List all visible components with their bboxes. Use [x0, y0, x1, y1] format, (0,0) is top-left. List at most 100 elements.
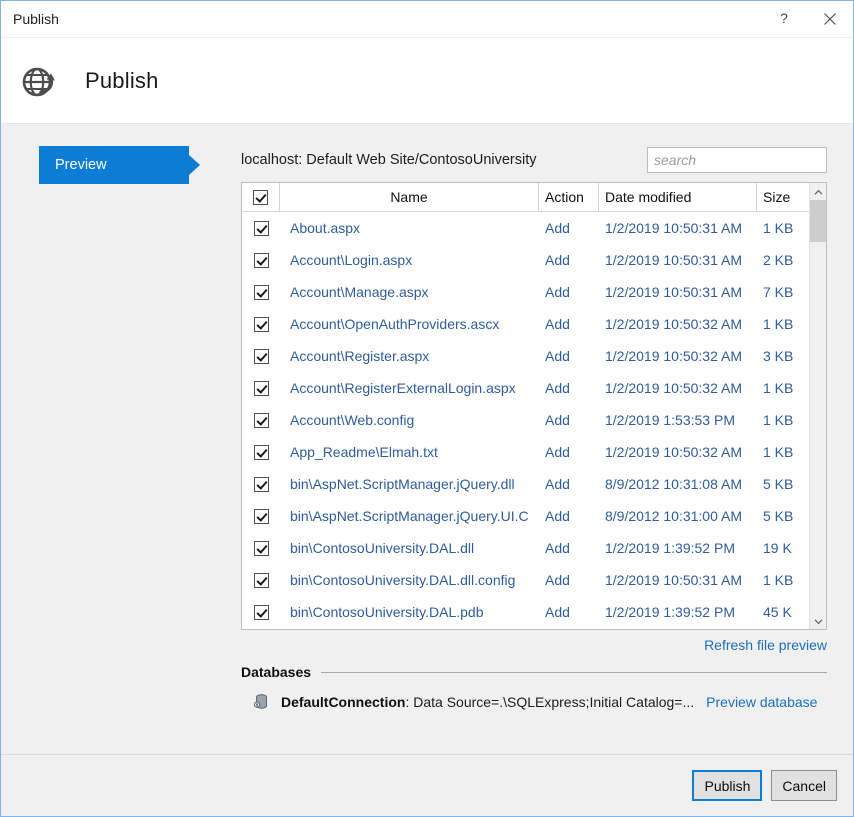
row-file-name: Account\Manage.aspx — [280, 284, 539, 300]
row-action: Add — [539, 540, 599, 556]
row-checkbox[interactable] — [254, 509, 269, 524]
table-row[interactable]: bin\AspNet.ScriptManager.jQuery.dllAdd8/… — [242, 468, 809, 500]
grid-header-date[interactable]: Date modified — [599, 183, 757, 211]
table-row[interactable]: About.aspxAdd1/2/2019 10:50:31 AM1 KB — [242, 212, 809, 244]
table-row[interactable]: Account\Web.configAdd1/2/2019 1:53:53 PM… — [242, 404, 809, 436]
row-checkbox-cell[interactable] — [242, 221, 280, 236]
table-row[interactable]: bin\ContosoUniversity.DAL.dll.configAdd1… — [242, 564, 809, 596]
scroll-up-button[interactable] — [810, 183, 826, 200]
scroll-down-button[interactable] — [810, 612, 826, 629]
select-all-checkbox[interactable] — [253, 190, 268, 205]
row-checkbox-cell[interactable] — [242, 573, 280, 588]
row-file-name: App_Readme\Elmah.txt — [280, 444, 539, 460]
row-date-modified: 1/2/2019 1:39:52 PM — [599, 540, 757, 556]
row-checkbox[interactable] — [254, 381, 269, 396]
row-size: 1 KB — [757, 444, 809, 460]
row-checkbox[interactable] — [254, 541, 269, 556]
row-date-modified: 1/2/2019 1:39:52 PM — [599, 604, 757, 620]
row-checkbox[interactable] — [254, 349, 269, 364]
row-checkbox-cell[interactable] — [242, 349, 280, 364]
table-row[interactable]: App_Readme\Elmah.txtAdd1/2/2019 10:50:32… — [242, 436, 809, 468]
scrollbar-thumb[interactable] — [810, 200, 826, 242]
row-checkbox[interactable] — [254, 605, 269, 620]
grid-header-select-all[interactable] — [242, 183, 280, 211]
row-date-modified: 1/2/2019 10:50:31 AM — [599, 284, 757, 300]
table-row[interactable]: Account\Register.aspxAdd1/2/2019 10:50:3… — [242, 340, 809, 372]
globe-publish-icon — [17, 59, 61, 103]
row-file-name: bin\ContosoUniversity.DAL.pdb — [280, 604, 539, 620]
dialog-footer: Publish Cancel — [1, 754, 853, 816]
grid-header-name[interactable]: Name — [280, 183, 539, 211]
row-size: 45 K — [757, 604, 809, 620]
row-date-modified: 1/2/2019 10:50:32 AM — [599, 380, 757, 396]
table-row[interactable]: bin\ContosoUniversity.DAL.pdbAdd1/2/2019… — [242, 596, 809, 628]
row-file-name: Account\Register.aspx — [280, 348, 539, 364]
row-checkbox[interactable] — [254, 285, 269, 300]
table-row[interactable]: Account\RegisterExternalLogin.aspxAdd1/2… — [242, 372, 809, 404]
row-checkbox[interactable] — [254, 445, 269, 460]
row-checkbox-cell[interactable] — [242, 541, 280, 556]
row-date-modified: 1/2/2019 10:50:32 AM — [599, 444, 757, 460]
cancel-button[interactable]: Cancel — [771, 770, 837, 801]
grid-header-action[interactable]: Action — [539, 183, 599, 211]
file-preview-grid: Name Action Date modified Size About.asp… — [241, 182, 827, 630]
row-checkbox-cell[interactable] — [242, 477, 280, 492]
row-size: 1 KB — [757, 380, 809, 396]
row-checkbox[interactable] — [254, 413, 269, 428]
grid-inner: Name Action Date modified Size About.asp… — [242, 183, 809, 629]
row-checkbox-cell[interactable] — [242, 413, 280, 428]
row-file-name: bin\ContosoUniversity.DAL.dll — [280, 540, 539, 556]
row-checkbox[interactable] — [254, 317, 269, 332]
dialog-body: Preview localhost: Default Web Site/Cont… — [1, 124, 853, 754]
row-checkbox-cell[interactable] — [242, 317, 280, 332]
search-input[interactable] — [647, 147, 827, 173]
row-file-name: bin\ContosoUniversity.DAL.dll.config — [280, 572, 539, 588]
row-checkbox[interactable] — [254, 477, 269, 492]
row-checkbox[interactable] — [254, 253, 269, 268]
row-size: 1 KB — [757, 220, 809, 236]
row-file-name: Account\RegisterExternalLogin.aspx — [280, 380, 539, 396]
row-action: Add — [539, 572, 599, 588]
row-checkbox[interactable] — [254, 221, 269, 236]
row-action: Add — [539, 252, 599, 268]
table-row[interactable]: Account\OpenAuthProviders.ascxAdd1/2/201… — [242, 308, 809, 340]
help-button[interactable]: ? — [761, 1, 807, 37]
row-checkbox-cell[interactable] — [242, 605, 280, 620]
refresh-file-preview-link[interactable]: Refresh file preview — [704, 637, 827, 653]
grid-vertical-scrollbar[interactable] — [809, 183, 826, 629]
dialog-header: Publish — [1, 38, 853, 124]
row-action: Add — [539, 476, 599, 492]
row-file-name: bin\AspNet.ScriptManager.jQuery.dll — [280, 476, 539, 492]
table-row[interactable]: Account\Login.aspxAdd1/2/2019 10:50:31 A… — [242, 244, 809, 276]
scrollbar-track[interactable] — [810, 200, 826, 612]
publish-button[interactable]: Publish — [692, 770, 762, 801]
sidebar-item-preview[interactable]: Preview — [39, 146, 189, 184]
database-connection-string: : Data Source=.\SQLExpress;Initial Catal… — [405, 694, 694, 710]
preview-database-link[interactable]: Preview database — [706, 694, 817, 710]
table-row[interactable]: Account\Manage.aspxAdd1/2/2019 10:50:31 … — [242, 276, 809, 308]
row-action: Add — [539, 284, 599, 300]
close-button[interactable] — [807, 1, 853, 37]
window-title: Publish — [1, 1, 59, 37]
row-checkbox-cell[interactable] — [242, 509, 280, 524]
row-checkbox-cell[interactable] — [242, 285, 280, 300]
row-checkbox-cell[interactable] — [242, 253, 280, 268]
row-date-modified: 1/2/2019 1:53:53 PM — [599, 412, 757, 428]
row-action: Add — [539, 380, 599, 396]
row-checkbox-cell[interactable] — [242, 445, 280, 460]
grid-header-size[interactable]: Size — [757, 183, 809, 211]
section-divider — [321, 672, 827, 673]
row-checkbox-cell[interactable] — [242, 381, 280, 396]
title-bar: Publish ? — [1, 1, 853, 37]
sidebar-item-label: Preview — [39, 157, 107, 173]
refresh-row: Refresh file preview — [241, 637, 827, 653]
row-file-name: Account\OpenAuthProviders.ascx — [280, 316, 539, 332]
row-file-name: bin\AspNet.ScriptManager.jQuery.UI.C — [280, 508, 539, 524]
row-checkbox[interactable] — [254, 573, 269, 588]
row-action: Add — [539, 444, 599, 460]
database-icon — [251, 692, 271, 712]
grid-header-row: Name Action Date modified Size — [242, 183, 809, 212]
table-row[interactable]: bin\AspNet.ScriptManager.jQuery.UI.CAdd8… — [242, 500, 809, 532]
table-row[interactable]: bin\ContosoUniversity.DAL.dllAdd1/2/2019… — [242, 532, 809, 564]
main-pane: localhost: Default Web Site/ContosoUnive… — [241, 124, 854, 754]
